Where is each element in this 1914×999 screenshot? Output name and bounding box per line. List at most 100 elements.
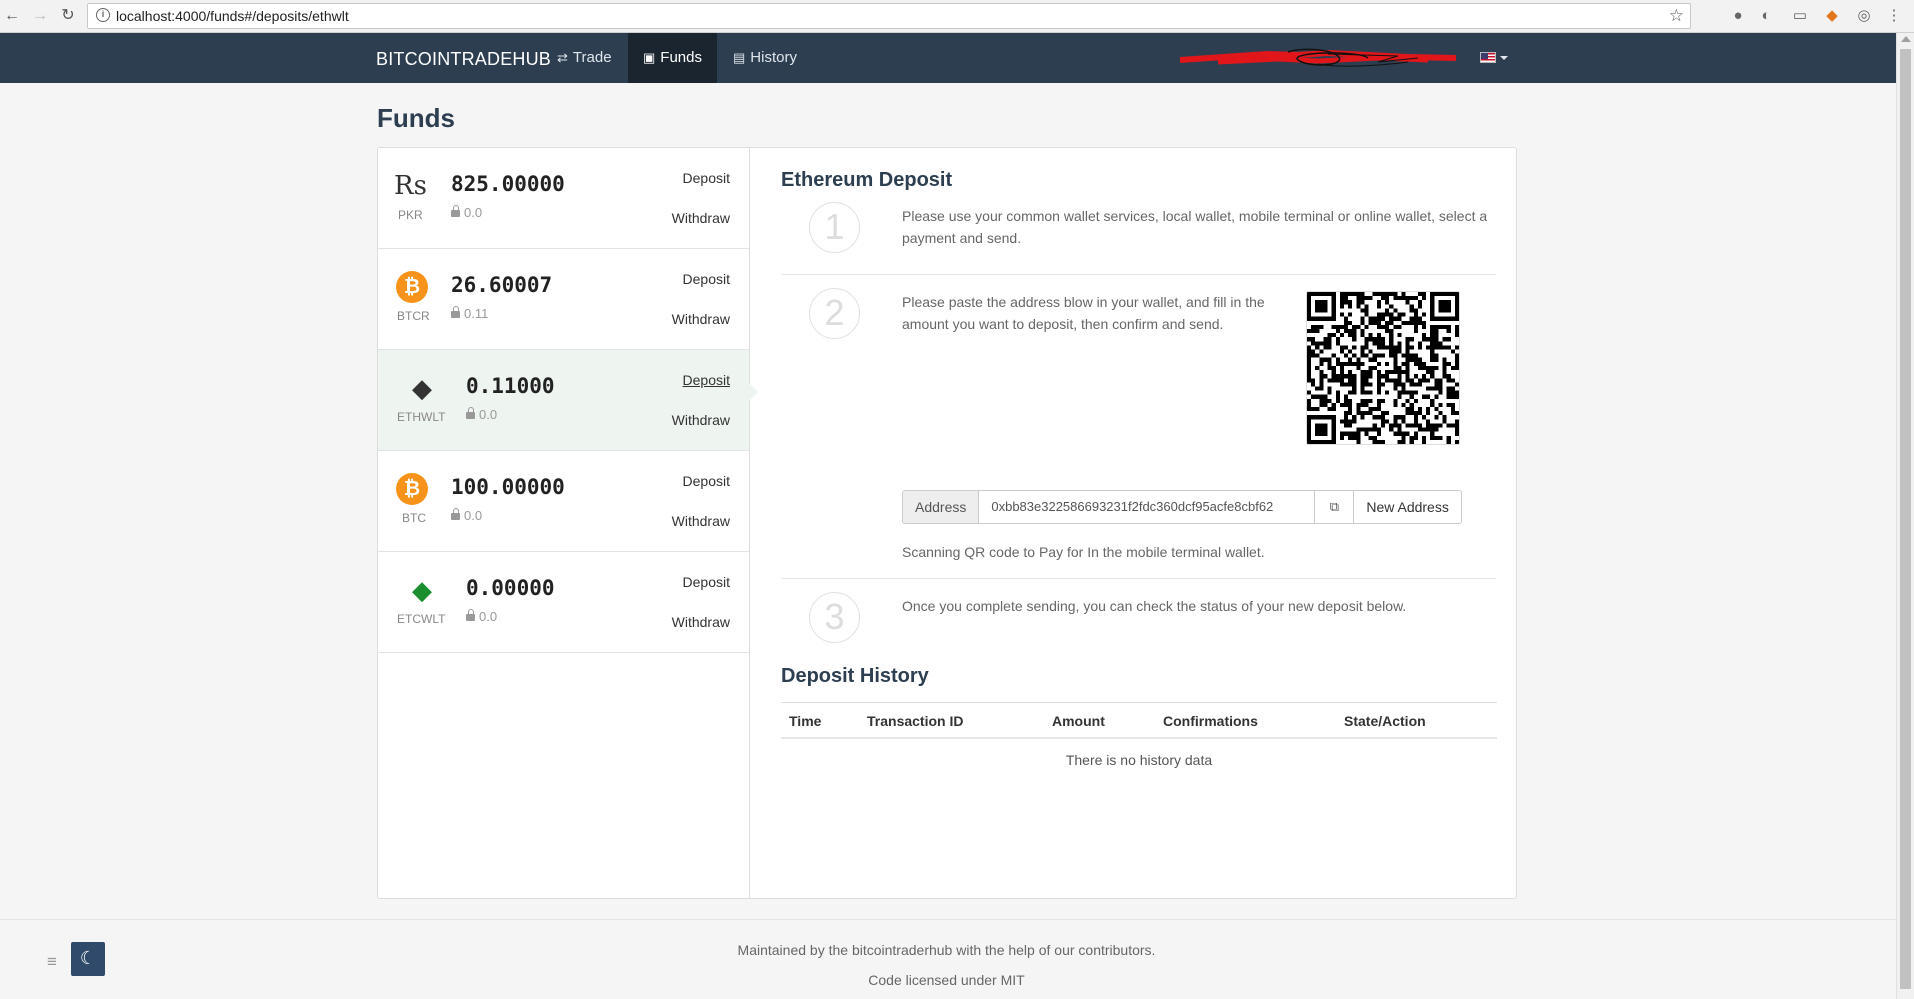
withdraw-link[interactable]: Withdraw: [672, 513, 730, 529]
qr-module: [1327, 341, 1332, 346]
qr-module: [1315, 365, 1320, 371]
info-icon[interactable]: i: [96, 8, 110, 22]
qr-module: [1307, 378, 1312, 383]
withdraw-link[interactable]: Withdraw: [672, 210, 730, 226]
qr-module: [1315, 407, 1320, 412]
qr-module: [1307, 402, 1312, 408]
qr-module: [1311, 341, 1316, 346]
qr-module: [1438, 423, 1443, 428]
qr-module: [1327, 357, 1332, 362]
qr-module: [1364, 427, 1369, 432]
qr-module: [1323, 402, 1328, 408]
nav-funds[interactable]: ▣ Funds: [628, 33, 717, 83]
chevron-down-icon[interactable]: [1500, 56, 1508, 60]
bookmark-star-icon[interactable]: ☆: [1669, 6, 1684, 26]
qr-module: [1307, 357, 1312, 362]
cast-icon[interactable]: ▭: [1790, 6, 1810, 26]
qr-module: [1311, 407, 1316, 412]
deposit-link[interactable]: Deposit: [683, 574, 730, 590]
qr-module: [1352, 419, 1357, 424]
qr-module: [1327, 333, 1332, 338]
nav-history-label: History: [750, 49, 797, 66]
qr-module: [1405, 365, 1410, 371]
deposit-link[interactable]: Deposit: [683, 170, 730, 186]
scroll-thumb[interactable]: [1900, 49, 1911, 989]
menu-dots-icon[interactable]: ⋮: [1884, 6, 1904, 26]
withdraw-link[interactable]: Withdraw: [672, 614, 730, 630]
address-bar[interactable]: i localhost:4000/funds#/deposits/ethwlt …: [87, 3, 1691, 29]
qr-module: [1343, 345, 1349, 350]
qr-module: [1376, 320, 1381, 325]
qr-module: [1323, 394, 1328, 399]
withdraw-link[interactable]: Withdraw: [672, 412, 730, 428]
qr-module: [1417, 423, 1423, 428]
back-icon[interactable]: ←: [2, 6, 22, 26]
fund-item-pkr[interactable]: Rs PKR 825.00000 0.0 Deposit Withdraw: [378, 148, 749, 249]
qr-module: [1393, 415, 1398, 420]
qr-module: [1446, 304, 1451, 309]
fund-item-ethwlt[interactable]: ◆ ETHWLT 0.11000 0.0 Deposit Withdraw: [378, 350, 758, 451]
deposit-link[interactable]: Deposit: [683, 473, 730, 489]
extension-bulb-icon[interactable]: ●: [1728, 6, 1748, 26]
qr-module: [1348, 423, 1353, 428]
extension-circle-icon[interactable]: ◎: [1854, 6, 1874, 26]
qr-module: [1343, 423, 1349, 428]
withdraw-link[interactable]: Withdraw: [672, 311, 730, 327]
qr-module: [1307, 349, 1312, 354]
url-text[interactable]: localhost:4000/funds#/deposits/ethwlt: [116, 8, 349, 24]
nav-trade[interactable]: ⇄ Trade: [542, 33, 627, 83]
qr-module: [1343, 419, 1349, 424]
qr-module: [1339, 300, 1344, 305]
page-scrollbar[interactable]: [1896, 33, 1914, 999]
brand-logo[interactable]: BITCOINTRADEHUB: [376, 49, 551, 70]
qr-module: [1315, 304, 1320, 309]
deposit-qr-code: [1306, 291, 1460, 445]
qr-module: [1307, 374, 1312, 379]
nav-trade-label: Trade: [572, 49, 612, 66]
exchange-icon: ⇄: [557, 50, 568, 65]
qr-module: [1307, 427, 1312, 432]
qr-module: [1319, 370, 1324, 375]
lock-icon: [466, 407, 475, 419]
fund-item-btc[interactable]: ₿ BTC 100.00000 0.0 Deposit Withdraw: [378, 451, 749, 552]
qr-module: [1397, 382, 1402, 387]
new-address-button[interactable]: New Address: [1354, 490, 1462, 524]
qr-module: [1393, 402, 1398, 408]
copy-address-button[interactable]: ⧉: [1315, 490, 1355, 524]
qr-module: [1339, 349, 1344, 354]
extension-moon-icon[interactable]: ◐: [1756, 6, 1776, 26]
qr-module: [1413, 361, 1418, 366]
deposit-link[interactable]: Deposit: [683, 271, 730, 287]
nav-history[interactable]: ▤ History: [718, 33, 812, 83]
qr-module: [1413, 353, 1418, 358]
qr-module: [1364, 431, 1369, 436]
qr-module: [1319, 324, 1324, 329]
qr-module: [1331, 427, 1336, 432]
qr-module: [1380, 324, 1386, 329]
qr-module: [1434, 328, 1439, 334]
fund-item-etcwlt[interactable]: ◆ ETCWLT 0.00000 0.0 Deposit Withdraw: [378, 552, 749, 653]
metamask-fox-icon[interactable]: ◆: [1822, 6, 1842, 26]
address-field[interactable]: 0xbb83e322586693231f2fdc360dcf95acfe8cbf…: [979, 490, 1316, 524]
fund-item-btcr[interactable]: ₿ BTCR 26.60007 0.11 Deposit Withdraw: [378, 249, 749, 350]
qr-module: [1343, 316, 1349, 321]
deposit-link[interactable]: Deposit: [683, 372, 730, 388]
qr-module: [1368, 407, 1373, 412]
forward-icon[interactable]: →: [30, 6, 50, 26]
qr-module: [1348, 361, 1353, 366]
scroll-up-arrow[interactable]: [1901, 36, 1911, 42]
reload-icon[interactable]: ↻: [58, 6, 78, 26]
qr-module: [1450, 402, 1455, 408]
qr-module: [1405, 423, 1410, 428]
qr-module: [1339, 324, 1344, 329]
qr-module: [1409, 337, 1414, 342]
qr-module: [1438, 386, 1443, 391]
qr-module: [1430, 357, 1435, 362]
empty-history-message: There is no history data: [1065, 752, 1213, 768]
qr-module: [1397, 423, 1402, 428]
qr-module: [1405, 296, 1410, 301]
qr-module: [1376, 390, 1381, 395]
qr-module: [1364, 353, 1369, 358]
us-flag-icon[interactable]: [1480, 52, 1496, 63]
qr-module: [1364, 374, 1369, 379]
